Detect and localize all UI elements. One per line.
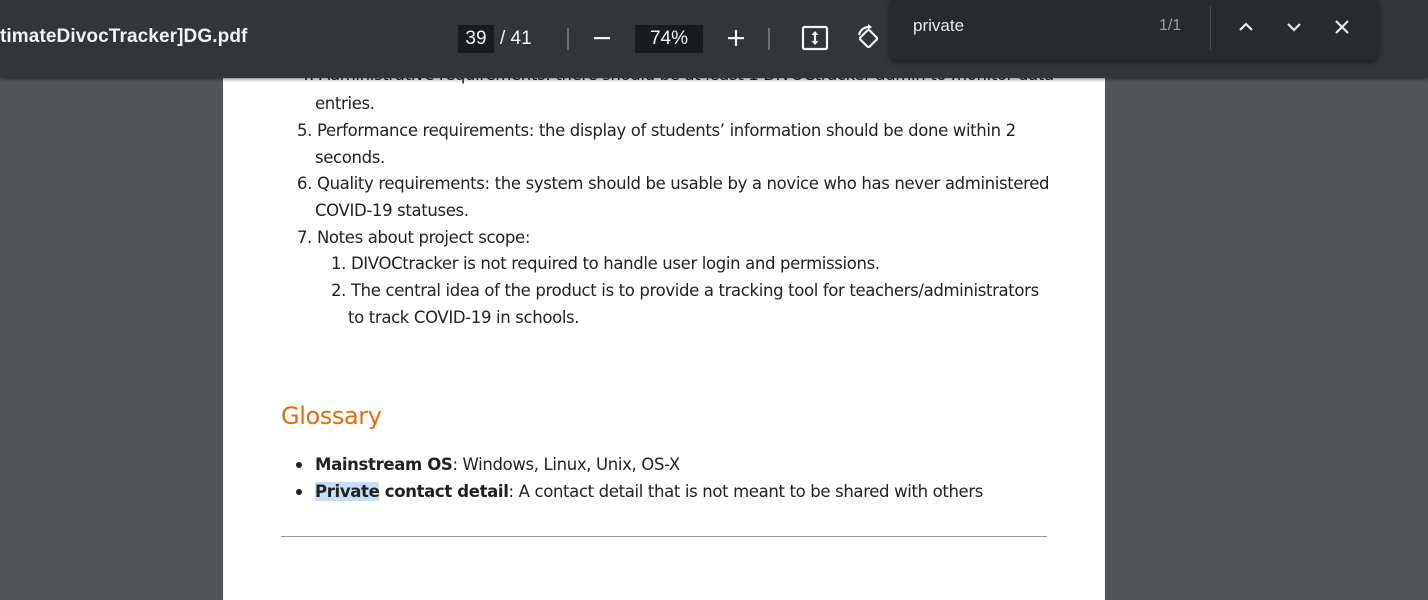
find-close-button[interactable]: [1327, 12, 1357, 42]
plus-icon: [728, 30, 744, 46]
toolbar-divider: [768, 28, 770, 50]
list-item: entries.: [315, 94, 375, 113]
chevron-up-icon: [1239, 22, 1253, 31]
glossary-heading: Glossary: [281, 402, 382, 430]
find-input[interactable]: private: [913, 16, 964, 36]
glossary-term: Mainstream OS: [315, 455, 453, 474]
glossary-term: contact detail: [379, 482, 509, 501]
pdf-page: 4. Administrative requirements: there sh…: [223, 60, 1105, 600]
toolbar-divider: [567, 28, 569, 50]
close-icon: [1335, 20, 1349, 34]
page-total: / 41: [500, 28, 532, 49]
find-divider: [1210, 6, 1211, 50]
zoom-in-button[interactable]: [719, 21, 753, 55]
bullet-icon: [296, 462, 302, 468]
list-item: 6. Quality requirements: the system shou…: [297, 174, 1050, 193]
bullet-icon: [296, 489, 302, 495]
glossary-definition: : A contact detail that is not meant to …: [508, 482, 984, 501]
glossary-entry: Private contact detail: A contact detail…: [315, 482, 983, 501]
find-bar: private 1/1: [890, 0, 1378, 60]
sub-list-item: to track COVID-19 in schools.: [348, 308, 580, 327]
sub-list-item: 2. The central idea of the product is to…: [331, 281, 1039, 300]
document-title: timateDivocTracker]DG.pdf: [0, 26, 248, 47]
glossary-entry: Mainstream OS: Windows, Linux, Unix, OS-…: [315, 455, 680, 474]
rotate-button[interactable]: [851, 21, 885, 55]
glossary-definition: : Windows, Linux, Unix, OS-X: [452, 455, 680, 474]
zoom-out-button[interactable]: [585, 21, 619, 55]
search-highlight: Private: [315, 482, 380, 501]
chevron-down-icon: [1287, 23, 1301, 32]
zoom-level-input[interactable]: 74%: [635, 25, 703, 53]
find-match-count: 1/1: [1159, 17, 1182, 34]
horizontal-rule: [281, 536, 1047, 537]
list-item: COVID-19 statuses.: [315, 201, 469, 220]
minus-icon: [594, 37, 610, 40]
find-next-button[interactable]: [1279, 12, 1309, 42]
fit-page-icon: [801, 25, 829, 51]
find-previous-button[interactable]: [1231, 12, 1261, 42]
sub-list-item: 1. DIVOCtracker is not required to handl…: [331, 254, 880, 273]
page-number-input[interactable]: 39: [458, 25, 494, 53]
list-item: seconds.: [315, 148, 385, 167]
list-item: 7. Notes about project scope:: [297, 228, 531, 247]
list-item: 5. Performance requirements: the display…: [297, 121, 1016, 140]
rotate-icon: [857, 24, 879, 49]
fit-to-page-button[interactable]: [798, 21, 832, 55]
